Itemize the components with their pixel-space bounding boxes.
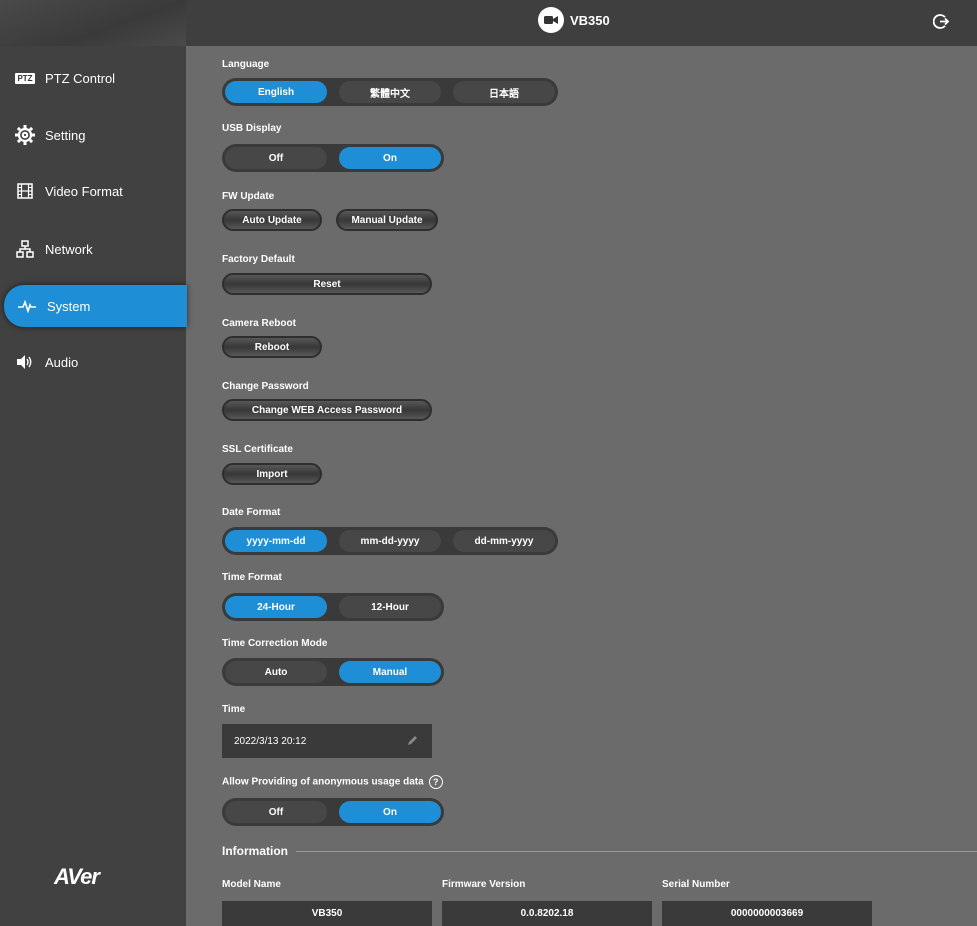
camera-icon <box>538 7 564 33</box>
change-password-button[interactable]: Change WEB Access Password <box>222 399 432 421</box>
device-title: VB350 <box>538 7 610 33</box>
language-option-traditional-chinese[interactable]: 繁體中文 <box>339 81 441 103</box>
date-format-label: Date Format <box>222 507 281 518</box>
sidebar-item-label: Setting <box>45 127 86 143</box>
time-field[interactable]: 2022/3/13 20:12 <box>222 724 432 758</box>
speaker-icon <box>14 351 36 373</box>
sidebar-item-network[interactable]: Network <box>0 229 186 269</box>
pencil-icon[interactable] <box>406 735 418 747</box>
language-option-japanese[interactable]: 日本語 <box>453 81 555 103</box>
language-selector: English 繁體中文 日本語 <box>222 78 558 106</box>
information-section-title: Information <box>222 844 288 858</box>
time-format-label: Time Format <box>222 572 282 583</box>
usage-data-on-option[interactable]: On <box>339 801 441 823</box>
sidebar-item-ptz-control[interactable]: PTZ PTZ Control <box>0 58 186 98</box>
sidebar-item-audio[interactable]: Audio <box>0 342 186 382</box>
time-format-12h-option[interactable]: 12-Hour <box>339 596 441 618</box>
usage-data-label-text: Allow Providing of anonymous usage data <box>222 776 424 788</box>
date-format-option-dmy[interactable]: dd-mm-yyyy <box>453 530 555 552</box>
sidebar: PTZ PTZ Control Setting Video Format Net… <box>0 0 187 926</box>
usb-display-toggle: Off On <box>222 144 444 172</box>
model-name-label: Model Name <box>222 879 281 890</box>
sidebar-item-label: Audio <box>45 354 79 370</box>
language-label: Language <box>222 59 270 70</box>
sidebar-item-setting[interactable]: Setting <box>0 115 186 155</box>
sidebar-top-decoration <box>0 0 186 46</box>
time-value: 2022/3/13 20:12 <box>234 735 307 747</box>
firmware-version-value: 0.0.8202.18 <box>442 901 652 926</box>
usage-data-off-option[interactable]: Off <box>225 801 327 823</box>
manual-update-button[interactable]: Manual Update <box>336 209 438 231</box>
usage-data-label: Allow Providing of anonymous usage data? <box>222 775 443 789</box>
sidebar-item-label: PTZ Control <box>45 70 116 86</box>
ssl-certificate-label: SSL Certificate <box>222 444 293 455</box>
firmware-version-label: Firmware Version <box>442 879 526 890</box>
import-certificate-button[interactable]: Import <box>222 463 322 485</box>
usb-display-on-option[interactable]: On <box>339 147 441 169</box>
serial-number-value: 0000000003669 <box>662 901 872 926</box>
pulse-icon <box>16 295 38 317</box>
sidebar-item-label: Network <box>45 241 93 257</box>
usage-data-toggle: Off On <box>222 798 444 826</box>
logout-icon[interactable] <box>933 13 950 30</box>
time-correction-auto-option[interactable]: Auto <box>225 661 327 683</box>
time-label: Time <box>222 704 246 715</box>
factory-default-label: Factory Default <box>222 254 295 265</box>
time-format-24h-option[interactable]: 24-Hour <box>225 596 327 618</box>
usb-display-off-option[interactable]: Off <box>225 147 327 169</box>
brand-logo: AVer <box>54 864 100 889</box>
change-password-label: Change Password <box>222 381 309 392</box>
gear-icon <box>14 124 36 146</box>
serial-number-label: Serial Number <box>662 879 730 890</box>
model-name-value: VB350 <box>222 901 432 926</box>
sidebar-item-system[interactable]: System <box>4 285 187 327</box>
date-format-selector: yyyy-mm-dd mm-dd-yyyy dd-mm-yyyy <box>222 527 558 555</box>
network-icon <box>14 238 36 260</box>
camera-reboot-label: Camera Reboot <box>222 318 296 329</box>
time-correction-selector: Auto Manual <box>222 658 444 686</box>
ptz-badge-icon: PTZ <box>15 72 35 84</box>
app-window: PTZ PTZ Control Setting Video Format Net… <box>0 0 977 926</box>
time-correction-manual-option[interactable]: Manual <box>339 661 441 683</box>
reset-button[interactable]: Reset <box>222 273 432 295</box>
reboot-button[interactable]: Reboot <box>222 336 322 358</box>
system-settings-panel: Language English 繁體中文 日本語 USB Display Of… <box>186 46 977 926</box>
language-option-english[interactable]: English <box>225 81 327 103</box>
time-format-selector: 24-Hour 12-Hour <box>222 593 444 621</box>
fw-update-label: FW Update <box>222 191 275 202</box>
section-divider <box>296 851 977 852</box>
film-icon <box>14 180 36 202</box>
date-format-option-ymd[interactable]: yyyy-mm-dd <box>225 530 327 552</box>
date-format-option-mdy[interactable]: mm-dd-yyyy <box>339 530 441 552</box>
sidebar-item-label: System <box>47 298 91 314</box>
device-name: VB350 <box>570 12 610 28</box>
time-correction-mode-label: Time Correction Mode <box>222 638 328 649</box>
sidebar-item-label: Video Format <box>45 183 123 199</box>
top-header: VB350 <box>186 0 977 46</box>
sidebar-item-video-format[interactable]: Video Format <box>0 171 186 211</box>
help-icon[interactable]: ? <box>428 775 443 789</box>
auto-update-button[interactable]: Auto Update <box>222 209 322 231</box>
usb-display-label: USB Display <box>222 123 282 134</box>
